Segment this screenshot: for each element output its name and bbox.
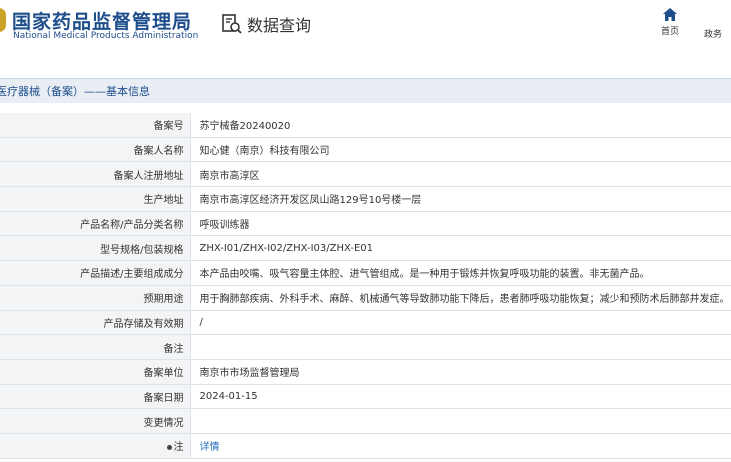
nmpa-emblem-icon bbox=[0, 8, 6, 32]
table-row: 备案人名称 知心健（南京）科技有限公司 bbox=[0, 137, 731, 163]
data-query-heading: 数据查询 bbox=[221, 12, 311, 36]
table-row: 产品描述/主要组成成分 本产品由咬嘴、吸气容量主体腔、进气管组成。是一种用于锻炼并… bbox=[0, 260, 731, 286]
table-row: 产品名称/产品分类名称 呼吸训练器 bbox=[0, 211, 731, 237]
row-label: 备案日期 bbox=[0, 384, 191, 410]
row-label: 备案单位 bbox=[0, 359, 191, 385]
brand-title[interactable]: 国家药品监督管理局 bbox=[12, 7, 192, 34]
table-row: 预期用途 用于胸肺部疾病、外科手术、麻醉、机械通气等导致肺功能下降后，患者肺呼吸功… bbox=[0, 285, 731, 311]
details-link[interactable]: 详情 bbox=[200, 442, 220, 453]
section-bar: 医疗器械（备案）——基本信息 bbox=[0, 78, 731, 103]
row-label: 备案人名称 bbox=[0, 137, 191, 163]
note-row-label: 注 bbox=[173, 442, 184, 454]
row-value: 知心健（南京）科技有限公司 bbox=[190, 137, 731, 163]
row-value bbox=[190, 334, 731, 360]
row-label: 备案号 bbox=[0, 113, 191, 138]
table-row: 产品存储及有效期 / bbox=[0, 310, 731, 336]
brand-subtitle: National Medical Products Administration bbox=[13, 31, 199, 41]
document-search-icon bbox=[222, 14, 242, 34]
row-label: 变更情况 bbox=[0, 408, 191, 434]
row-value: 用于胸肺部疾病、外科手术、麻醉、机械通气等导致肺功能下降后，患者肺呼吸功能恢复；… bbox=[190, 285, 731, 311]
table-row: 备案人注册地址 南京市高淳区 bbox=[0, 161, 731, 188]
table-row: 备案号 苏宁械备20240020 bbox=[0, 113, 731, 138]
nav-home[interactable]: 首页 bbox=[656, 8, 684, 37]
row-value: ZHX-I01/ZHX-I02/ZHX-I03/ZHX-E01 bbox=[190, 235, 731, 262]
row-value bbox=[190, 408, 731, 434]
table-row: 备注 bbox=[0, 334, 731, 360]
nav-home-label: 首页 bbox=[660, 27, 679, 37]
row-value: 南京市市场监督管理局 bbox=[190, 359, 731, 385]
row-value: 本产品由咬嘴、吸气容量主体腔、进气管组成。是一种用于锻炼并恢复呼吸功能的装置。非… bbox=[190, 260, 731, 286]
section-title: 医疗器械（备案）——基本信息 bbox=[0, 85, 150, 98]
note-row-value: 详情 bbox=[190, 433, 731, 459]
row-label: 产品描述/主要组成成分 bbox=[0, 260, 191, 286]
data-query-label: 数据查询 bbox=[247, 16, 312, 35]
row-value: / bbox=[190, 310, 731, 336]
row-value: 南京市高淳区 bbox=[190, 161, 731, 188]
table-row: 备案日期 2024-01-15 bbox=[0, 384, 731, 410]
row-label: 型号规格/包装规格 bbox=[0, 235, 191, 262]
table-row: 注 详情 bbox=[0, 433, 731, 459]
site-header: 国家药品监督管理局 National Medical Products Admi… bbox=[0, 0, 731, 66]
nav-policy-label: 政务 bbox=[704, 30, 723, 40]
table-row: 备案单位 南京市市场监督管理局 bbox=[0, 359, 731, 385]
table-row: 型号规格/包装规格 ZHX-I01/ZHX-I02/ZHX-I03/ZHX-E01 bbox=[0, 235, 731, 262]
table-row: 变更情况 bbox=[0, 408, 731, 434]
row-value: 南京市高淳区经济开发区凤山路129号10号楼一层 bbox=[190, 186, 731, 212]
row-label: 产品存储及有效期 bbox=[0, 310, 191, 336]
row-label: 生产地址 bbox=[0, 186, 191, 212]
row-value: 苏宁械备20240020 bbox=[190, 113, 731, 138]
bullet-dot-icon bbox=[166, 444, 172, 450]
row-label: 备案人注册地址 bbox=[0, 161, 191, 188]
note-row-label-cell: 注 bbox=[0, 433, 191, 459]
row-label: 产品名称/产品分类名称 bbox=[0, 211, 191, 237]
detail-table: 备案号 苏宁械备20240020 备案人名称 知心健（南京）科技有限公司 备案人注册… bbox=[0, 113, 731, 459]
row-label: 备注 bbox=[0, 334, 191, 360]
table-row: 生产地址 南京市高淳区经济开发区凤山路129号10号楼一层 bbox=[0, 186, 731, 212]
nav-policy[interactable]: 政务 bbox=[704, 8, 731, 40]
row-label: 预期用途 bbox=[0, 285, 191, 311]
row-value: 呼吸训练器 bbox=[190, 211, 731, 237]
home-icon bbox=[663, 8, 677, 21]
row-value: 2024-01-15 bbox=[190, 384, 731, 410]
